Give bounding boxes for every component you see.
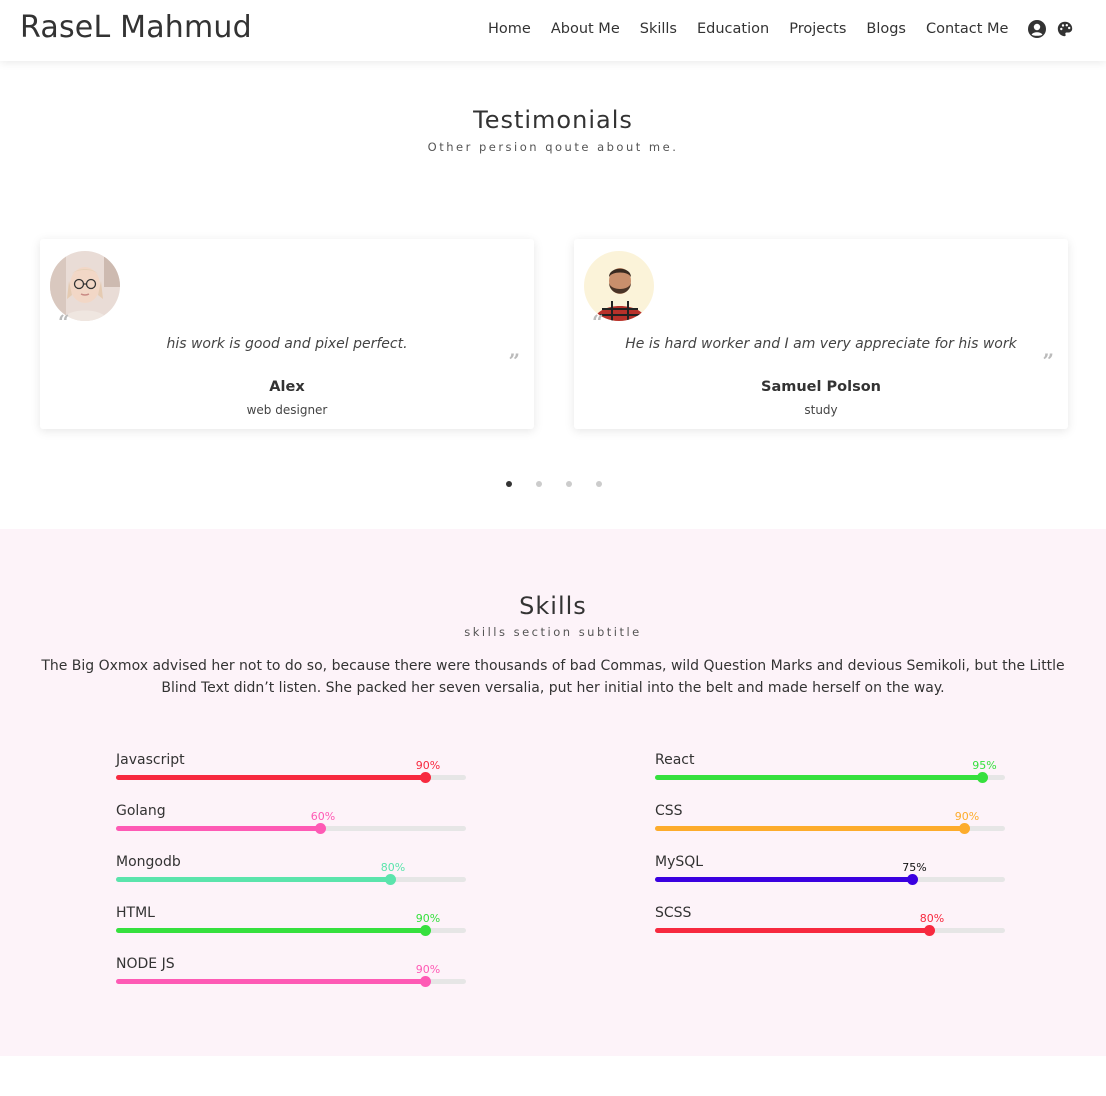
nav-projects-link[interactable]: Projects — [789, 21, 846, 37]
skill-progress-knob — [315, 823, 326, 834]
testimonials-subtitle: Other persion qoute about me. — [427, 140, 679, 154]
skill-track — [655, 874, 1005, 885]
skill-name: Golang — [116, 803, 166, 819]
skill-name: MySQL — [655, 854, 704, 870]
skills-description: The Big Oxmox advised her not to do so, … — [41, 658, 1065, 696]
skill-progress-fill — [116, 877, 390, 882]
skill-percent-label: 95% — [972, 759, 997, 772]
skill-progress-fill — [116, 928, 425, 933]
skill-name: Javascript — [116, 752, 185, 768]
skill-track — [116, 823, 466, 834]
testimonial-card: “ He is hard worker and I am very apprec… — [574, 239, 1068, 429]
skill-progress-knob — [385, 874, 396, 885]
skill-percent-label: 90% — [415, 963, 441, 976]
testimonial-role: study — [804, 403, 838, 417]
quote-close-icon: ” — [1042, 349, 1054, 373]
testimonial-quote: his work is good and pixel perfect. — [166, 336, 408, 352]
main-nav: Home About Me Skills Education Projects … — [478, 20, 1074, 38]
skill-percent-label: 75% — [902, 861, 927, 874]
skill-name: React — [655, 752, 695, 768]
site-header: RaseL Mahmud Home About Me Skills Educat… — [0, 0, 1106, 61]
skill-item: Javascript 90% — [116, 752, 466, 792]
carousel-dot[interactable] — [566, 481, 572, 487]
skill-name: CSS — [655, 803, 683, 819]
skill-percent-label: 80% — [919, 912, 945, 925]
skill-progress-knob — [959, 823, 970, 834]
skill-percent-label: 90% — [415, 759, 441, 772]
skill-name: NODE JS — [116, 956, 175, 972]
skill-item: MySQL 75% — [655, 854, 1005, 894]
skill-percent-label: 90% — [415, 912, 441, 925]
quote-open-icon: “ — [58, 310, 70, 334]
skill-track — [116, 772, 466, 783]
skill-progress-fill — [655, 928, 929, 933]
skill-progress-fill — [655, 826, 964, 831]
skill-progress-knob — [420, 976, 431, 987]
skill-progress-fill — [116, 775, 425, 780]
testimonial-card: “ his work is good and pixel perfect. ” … — [40, 239, 534, 429]
skill-item: CSS 90% — [655, 803, 1005, 843]
palette-icon[interactable] — [1056, 20, 1074, 38]
carousel-dot[interactable] — [506, 481, 512, 487]
skill-progress-knob — [976, 772, 988, 783]
carousel-dot[interactable] — [596, 481, 602, 487]
nav-contact-link[interactable]: Contact Me — [926, 21, 1008, 37]
skills-title: Skills — [519, 592, 587, 620]
skill-progress-knob — [906, 874, 918, 885]
testimonial-quote: He is hard worker and I am very apprecia… — [625, 336, 1017, 352]
skill-track — [655, 925, 1005, 936]
quote-open-icon: “ — [592, 310, 604, 334]
testimonials-title: Testimonials — [473, 106, 633, 134]
nav-about-link[interactable]: About Me — [551, 21, 620, 37]
skill-progress-fill — [116, 826, 320, 831]
skill-item: NODE JS 90% — [116, 956, 466, 996]
nav-skills-link[interactable]: Skills — [640, 21, 677, 37]
skill-track — [116, 976, 466, 987]
carousel-dots — [506, 481, 626, 487]
user-circle-icon[interactable] — [1028, 20, 1047, 38]
skill-item: Golang 60% — [116, 803, 466, 843]
skill-progress-fill — [655, 877, 912, 882]
nav-blogs-link[interactable]: Blogs — [866, 21, 906, 37]
skill-name: HTML — [116, 905, 155, 921]
brand-logo[interactable]: RaseL Mahmud — [20, 10, 252, 45]
skill-item: Mongodb 80% — [116, 854, 466, 894]
testimonial-author: Alex — [269, 379, 305, 395]
carousel-dot[interactable] — [536, 481, 542, 487]
skill-track — [655, 772, 1005, 783]
skill-track — [655, 823, 1005, 834]
skill-progress-fill — [655, 775, 982, 780]
skill-item: HTML 90% — [116, 905, 466, 945]
skill-track — [116, 925, 466, 936]
skill-item: SCSS 80% — [655, 905, 1005, 945]
skill-progress-knob — [420, 772, 431, 783]
testimonial-author: Samuel Polson — [761, 379, 881, 395]
skill-percent-label: 60% — [310, 810, 336, 823]
quote-close-icon: ” — [508, 349, 520, 373]
skills-subtitle: skills section subtitle — [464, 625, 642, 639]
skill-track — [116, 874, 466, 885]
skill-progress-fill — [116, 979, 425, 984]
nav-education-link[interactable]: Education — [697, 21, 769, 37]
skill-percent-label: 90% — [954, 810, 980, 823]
skill-progress-knob — [420, 925, 431, 936]
nav-home-link[interactable]: Home — [488, 21, 531, 37]
skill-percent-label: 80% — [380, 861, 406, 874]
skill-item: React 95% — [655, 752, 1005, 792]
skill-name: Mongodb — [116, 854, 181, 870]
testimonial-role: web designer — [246, 403, 328, 417]
skill-progress-knob — [924, 925, 935, 936]
skill-name: SCSS — [655, 905, 692, 921]
